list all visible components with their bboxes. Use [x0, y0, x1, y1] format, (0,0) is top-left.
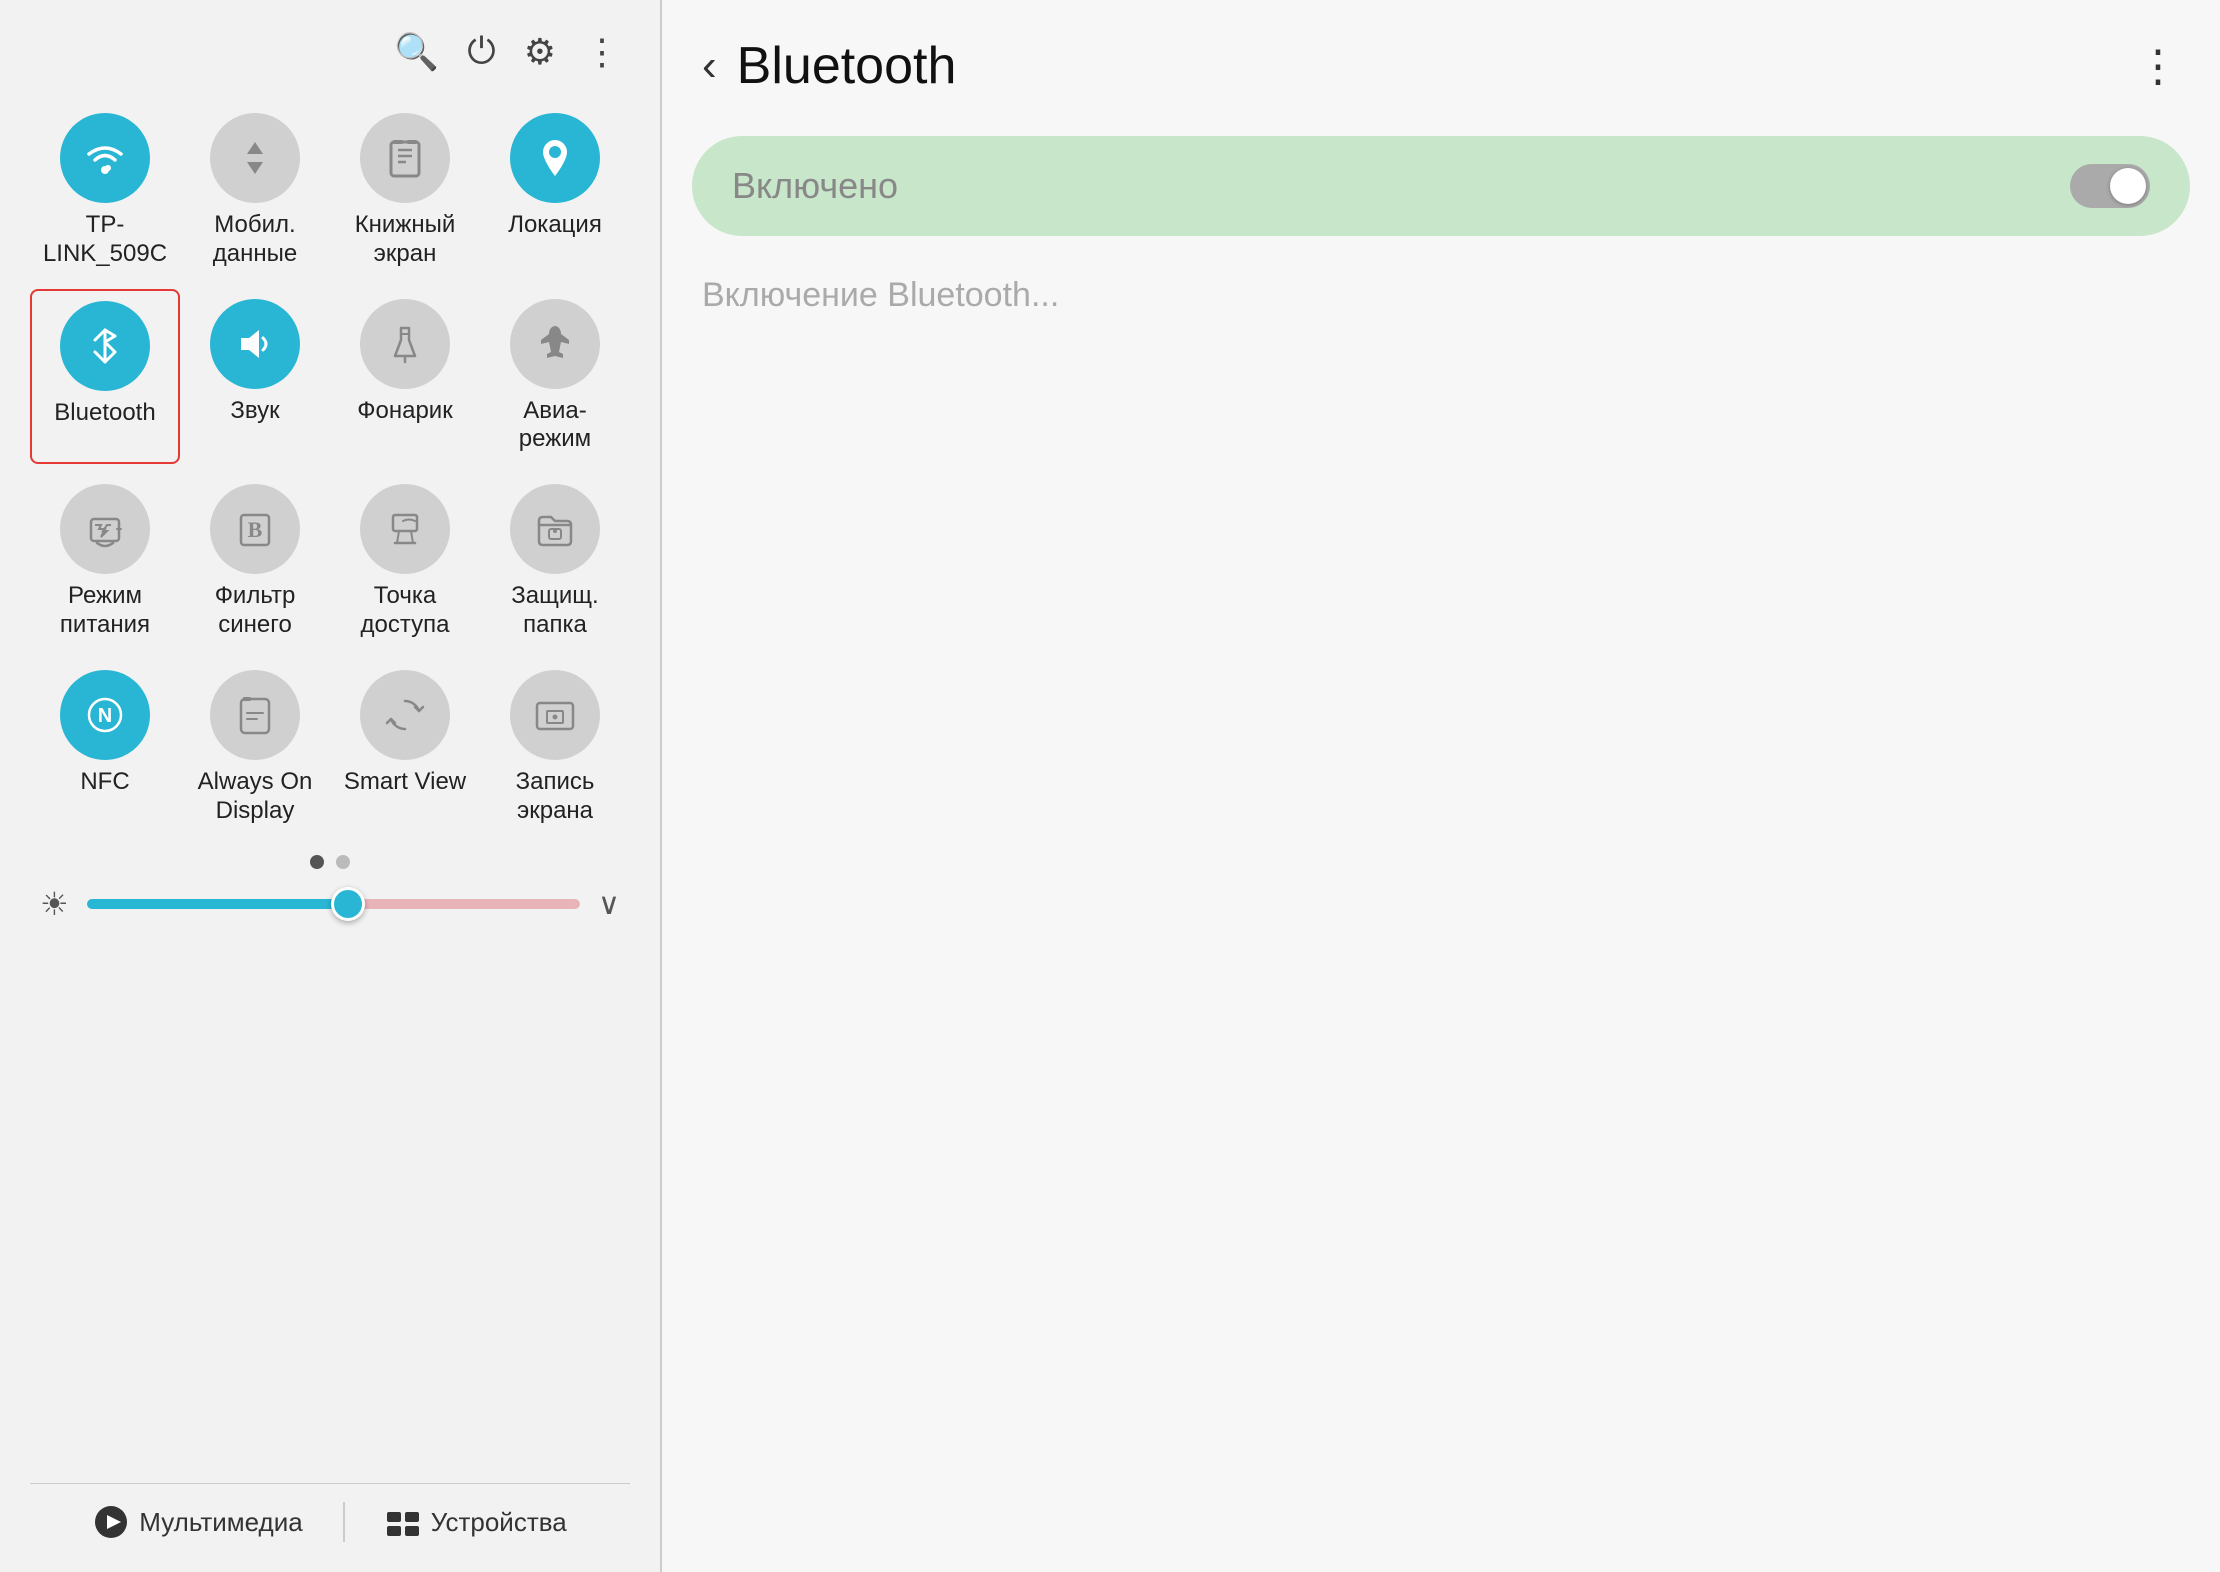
smartview-circle — [360, 670, 450, 760]
toggle-knob — [2110, 168, 2146, 204]
brightness-thumb[interactable] — [331, 887, 365, 921]
qs-item-hotspot[interactable]: Точкадоступа — [330, 474, 480, 650]
nfc-circle: N — [60, 670, 150, 760]
wifi-circle — [60, 113, 150, 203]
nfc-label: NFC — [80, 768, 129, 797]
battery-label: Режимпитания — [60, 582, 150, 640]
qs-item-wifi[interactable]: TP-LINK_509C — [30, 103, 180, 279]
aod-label: Always OnDisplay — [198, 768, 313, 826]
book-circle — [360, 113, 450, 203]
brightness-slider[interactable] — [87, 899, 580, 909]
aod-circle — [210, 670, 300, 760]
securefolder-circle — [510, 484, 600, 574]
devices-label: Устройства — [431, 1507, 567, 1538]
bluetooth-settings-panel: ‹ Bluetooth ⋮ Включено Включение Bluetoo… — [662, 0, 2220, 1572]
qs-item-data[interactable]: Мобил.данные — [180, 103, 330, 279]
flashlight-label: Фонарик — [357, 397, 452, 426]
qs-item-bluefilter[interactable]: B Фильтрсинего — [180, 474, 330, 650]
brightness-row: ☀ ∨ — [30, 885, 630, 923]
qs-item-flashlight[interactable]: Фонарик — [330, 289, 480, 465]
svg-text:N: N — [98, 705, 112, 727]
screenrecord-circle — [510, 670, 600, 760]
brightness-icon: ☀ — [40, 885, 69, 923]
media-button[interactable]: Мультимедиа — [93, 1504, 302, 1540]
toggle-row[interactable]: Включено — [692, 136, 2190, 236]
flashlight-circle — [360, 299, 450, 389]
wifi-label: TP-LINK_509C — [35, 211, 175, 269]
bluetooth-toggle[interactable] — [2070, 164, 2150, 208]
bottom-bar: Мультимедиа Устройства — [30, 1483, 630, 1552]
data-label: Мобил.данные — [213, 211, 297, 269]
media-label: Мультимедиа — [139, 1507, 302, 1538]
bluefilter-circle: B — [210, 484, 300, 574]
back-button[interactable]: ‹ — [702, 44, 717, 88]
qs-item-sound[interactable]: Звук — [180, 289, 330, 465]
right-header: ‹ Bluetooth ⋮ — [662, 0, 2220, 116]
bottom-divider — [343, 1502, 345, 1542]
airplane-circle — [510, 299, 600, 389]
svg-text:B: B — [248, 517, 263, 542]
toggle-label: Включено — [732, 165, 898, 207]
expand-icon[interactable]: ∨ — [598, 887, 620, 922]
bluefilter-label: Фильтрсинего — [215, 582, 296, 640]
page-dot-2[interactable] — [336, 855, 350, 869]
hotspot-circle — [360, 484, 450, 574]
battery-circle — [60, 484, 150, 574]
power-icon[interactable]: ⏻ — [467, 30, 495, 73]
quick-settings-panel: 🔍 ⏻ ⚙ ⋮ TP-LINK_509C — [0, 0, 660, 1572]
airplane-label: Авиа-режим — [519, 397, 591, 455]
page-indicators — [30, 855, 630, 869]
devices-button[interactable]: Устройства — [385, 1504, 567, 1540]
search-icon[interactable]: 🔍 — [394, 31, 439, 73]
sound-circle — [210, 299, 300, 389]
more-icon[interactable]: ⋮ — [584, 31, 620, 73]
qs-item-battery[interactable]: Режимпитания — [30, 474, 180, 650]
qs-item-airplane[interactable]: Авиа-режим — [480, 289, 630, 465]
screenrecord-label: Записьэкрана — [516, 768, 595, 826]
more-options-button[interactable]: ⋮ — [2136, 41, 2180, 92]
settings-icon[interactable]: ⚙ — [524, 31, 556, 73]
location-circle — [510, 113, 600, 203]
bluetooth-label: Bluetooth — [54, 399, 155, 428]
qs-item-location[interactable]: Локация — [480, 103, 630, 279]
bluetooth-circle — [60, 301, 150, 391]
smartview-label: Smart View — [344, 768, 466, 797]
enabling-status: Включение Bluetooth... — [662, 246, 2220, 345]
securefolder-label: Защищ.папка — [511, 582, 598, 640]
book-label: Книжныйэкран — [355, 211, 456, 269]
toolbar: 🔍 ⏻ ⚙ ⋮ — [30, 20, 630, 93]
data-circle — [210, 113, 300, 203]
qs-item-screenrecord[interactable]: Записьэкрана — [480, 660, 630, 836]
page-dot-1[interactable] — [310, 855, 324, 869]
qs-item-securefolder[interactable]: Защищ.папка — [480, 474, 630, 650]
qs-item-bluetooth[interactable]: Bluetooth — [30, 289, 180, 465]
quick-settings-grid: TP-LINK_509C Мобил.данные — [30, 103, 630, 835]
qs-item-aod[interactable]: Always OnDisplay — [180, 660, 330, 836]
qs-item-nfc[interactable]: N NFC — [30, 660, 180, 836]
qs-item-smartview[interactable]: Smart View — [330, 660, 480, 836]
location-label: Локация — [508, 211, 602, 240]
bluetooth-title: Bluetooth — [737, 36, 2116, 96]
sound-label: Звук — [230, 397, 279, 426]
hotspot-label: Точкадоступа — [361, 582, 450, 640]
qs-item-book[interactable]: Книжныйэкран — [330, 103, 480, 279]
